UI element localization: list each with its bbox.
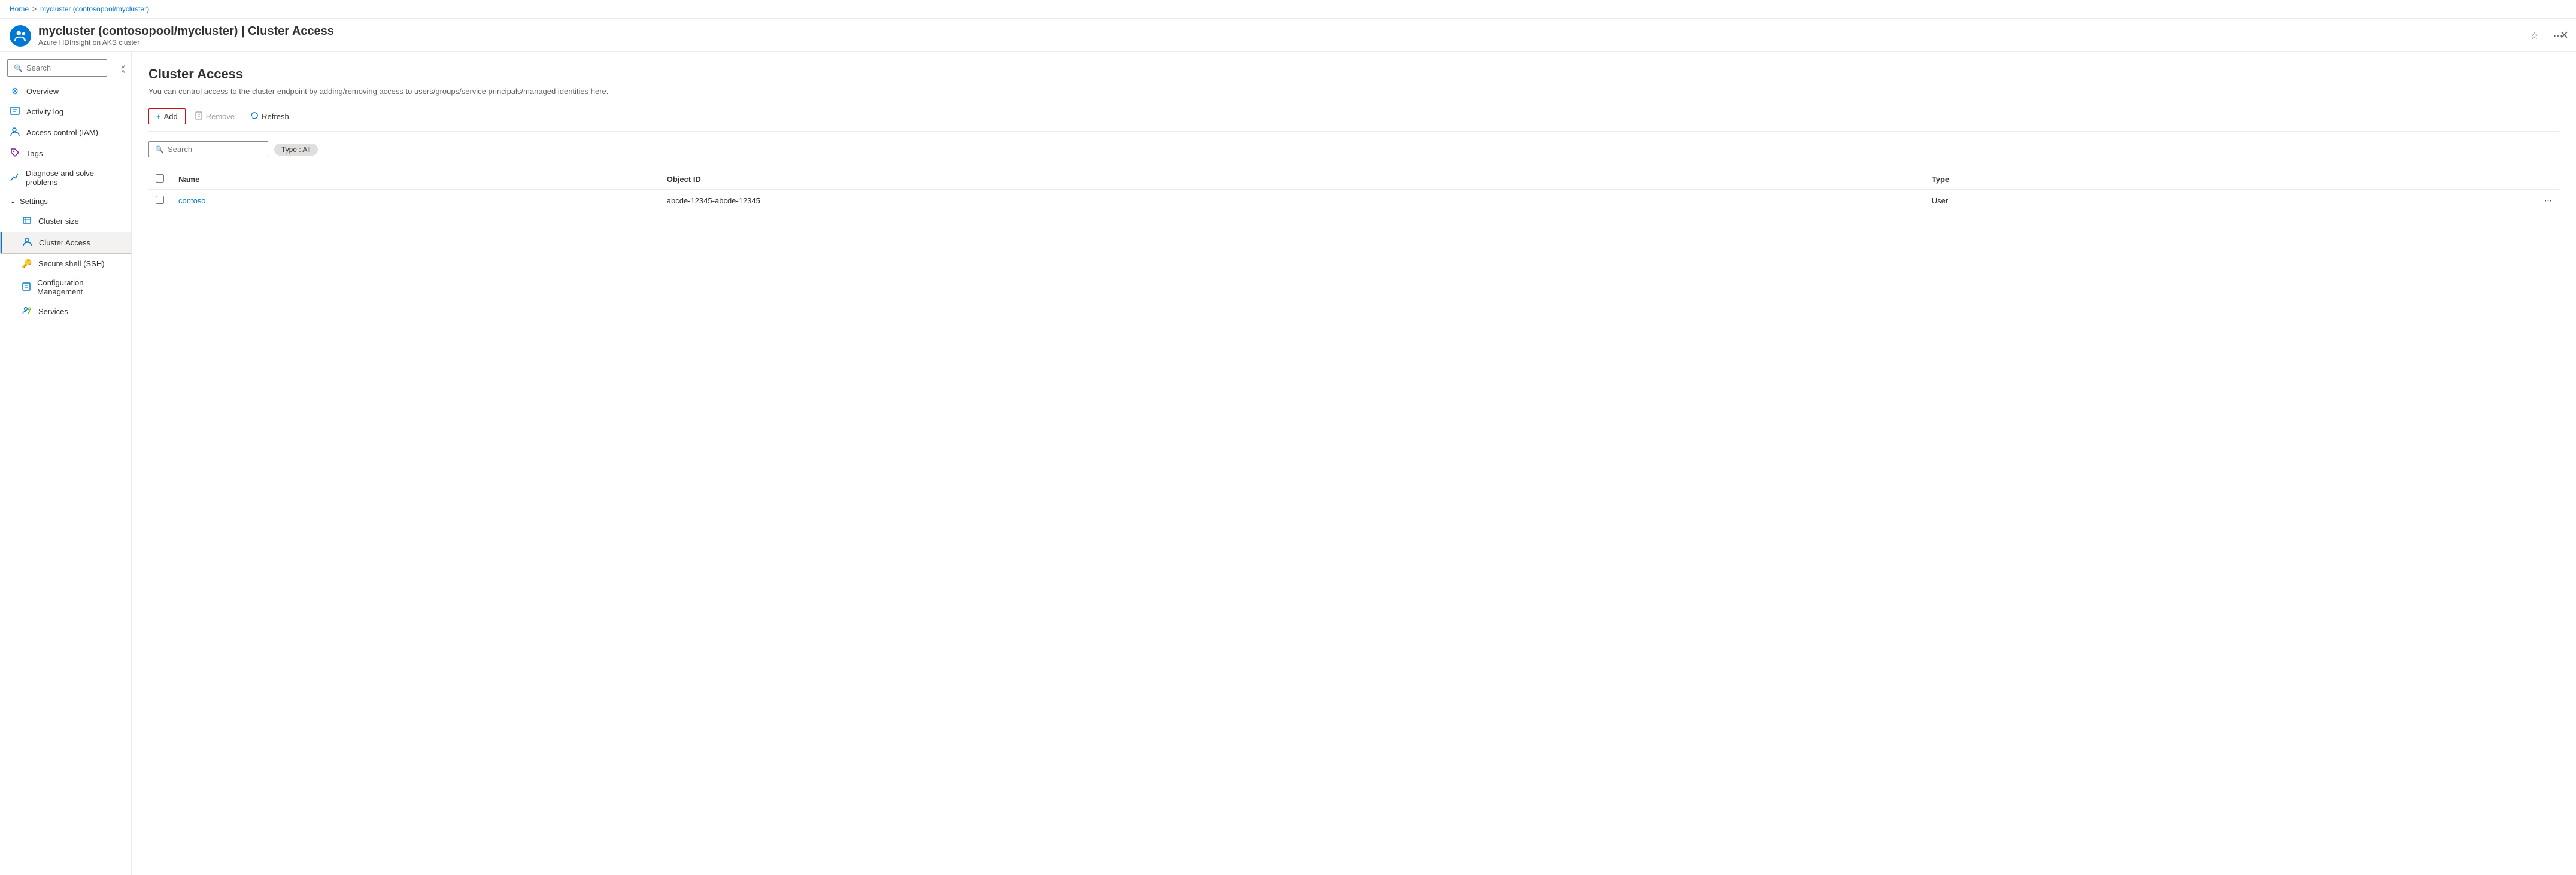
- sidebar-search-icon: 🔍: [14, 64, 23, 72]
- sidebar-item-services[interactable]: Services: [0, 301, 131, 322]
- remove-button[interactable]: Remove: [188, 108, 241, 125]
- refresh-icon: [250, 111, 259, 121]
- row-object-id-cell: abcde-12345-abcde-12345: [660, 190, 1925, 212]
- collapse-sidebar-button[interactable]: 《: [113, 62, 129, 77]
- diagnose-icon: [10, 172, 20, 184]
- sidebar-item-access-label: Access control (IAM): [26, 128, 98, 137]
- sidebar-item-tags[interactable]: Tags: [0, 143, 131, 164]
- row-type-cell: User: [1925, 190, 2299, 212]
- sidebar-item-ssh-label: Secure shell (SSH): [38, 259, 105, 268]
- filter-search-input[interactable]: [168, 145, 262, 154]
- header-text: mycluster (contosopool/mycluster) | Clus…: [38, 25, 334, 47]
- page-subtitle: Azure HDInsight on AKS cluster: [38, 38, 334, 47]
- filter-search-icon: 🔍: [155, 145, 164, 154]
- table-header-object-id: Object ID: [660, 169, 1925, 190]
- breadcrumb-current[interactable]: mycluster (contosopool/mycluster): [40, 5, 149, 13]
- sidebar-item-overview[interactable]: ⚙ Overview: [0, 81, 131, 101]
- sidebar-item-tags-label: Tags: [26, 149, 43, 158]
- activity-log-icon: [10, 106, 20, 117]
- sidebar-item-services-label: Services: [38, 307, 68, 316]
- table-header-checkbox: [148, 169, 171, 190]
- sidebar-item-config-label: Configuration Management: [37, 278, 122, 296]
- add-button[interactable]: + Add: [148, 108, 186, 124]
- breadcrumb-sep: >: [32, 5, 37, 13]
- toolbar: + Add Remove: [148, 108, 2559, 132]
- sidebar-item-overview-label: Overview: [26, 87, 59, 96]
- settings-label: Settings: [20, 197, 48, 206]
- remove-icon: [195, 111, 203, 121]
- data-table: Name Object ID Type contoso abcde-12345-…: [148, 169, 2559, 212]
- content-area: Cluster Access You can control access to…: [132, 52, 2576, 875]
- remove-button-label: Remove: [206, 112, 235, 121]
- favorite-button[interactable]: ☆: [2527, 28, 2542, 44]
- page-header: mycluster (contosopool/mycluster) | Clus…: [0, 19, 2576, 52]
- row-type: User: [1932, 196, 1948, 205]
- breadcrumb: Home > mycluster (contosopool/mycluster): [0, 0, 2576, 19]
- overview-icon: ⚙: [10, 86, 20, 96]
- sidebar-item-cluster-size[interactable]: Cluster size: [0, 211, 131, 232]
- table-row: contoso abcde-12345-abcde-12345 User ⋯: [148, 190, 2559, 212]
- sidebar-item-diagnose-label: Diagnose and solve problems: [26, 169, 122, 187]
- sidebar-item-activity-log[interactable]: Activity log: [0, 101, 131, 122]
- close-button[interactable]: ✕: [2560, 29, 2569, 41]
- refresh-button[interactable]: Refresh: [244, 108, 296, 125]
- config-icon: [22, 282, 31, 293]
- cluster-size-icon: [22, 215, 32, 227]
- add-icon: +: [156, 112, 161, 121]
- add-button-label: Add: [164, 112, 178, 121]
- settings-collapse-icon: ⌄: [10, 196, 16, 206]
- sidebar-item-ssh[interactable]: 🔑 Secure shell (SSH): [0, 254, 131, 274]
- breadcrumb-home[interactable]: Home: [10, 5, 29, 13]
- sidebar-item-cluster-access-label: Cluster Access: [39, 238, 90, 247]
- ssh-icon: 🔑: [22, 259, 32, 269]
- table-header-type: Type: [1925, 169, 2299, 190]
- row-name-cell: contoso: [171, 190, 660, 212]
- page-title: mycluster (contosopool/mycluster) | Clus…: [38, 25, 334, 38]
- filter-row: 🔍 Type : All: [148, 141, 2559, 157]
- sidebar-item-config[interactable]: Configuration Management: [0, 274, 131, 301]
- sidebar-search-box[interactable]: 🔍: [7, 59, 107, 77]
- filter-search-box[interactable]: 🔍: [148, 141, 268, 157]
- sidebar-item-activity-label: Activity log: [26, 107, 63, 116]
- sidebar-search-row: 🔍 《: [0, 57, 131, 81]
- content-title: Cluster Access: [148, 66, 2559, 82]
- content-description: You can control access to the cluster en…: [148, 87, 687, 96]
- header-icon: [10, 25, 31, 47]
- row-checkbox[interactable]: [156, 196, 164, 204]
- cluster-access-icon: [22, 237, 33, 248]
- services-icon: [22, 306, 32, 317]
- type-filter-badge[interactable]: Type : All: [274, 144, 318, 156]
- sidebar-item-access-control[interactable]: Access control (IAM): [0, 122, 131, 143]
- table-header-row: Name Object ID Type: [148, 169, 2559, 190]
- select-all-checkbox[interactable]: [156, 174, 164, 183]
- main-layout: 🔍 《 ⚙ Overview Activity log: [0, 52, 2576, 875]
- row-checkbox-cell: [148, 190, 171, 212]
- table-header-actions-col: [2299, 169, 2559, 190]
- row-name-link[interactable]: contoso: [178, 196, 206, 205]
- sidebar-search-input[interactable]: [26, 63, 101, 72]
- settings-section[interactable]: ⌄ Settings: [0, 192, 131, 211]
- access-control-icon: [10, 127, 20, 138]
- row-more-actions[interactable]: ⋯: [2299, 190, 2559, 212]
- settings-sub-items: Cluster size Cluster Access 🔑 Secure she…: [0, 211, 131, 322]
- row-object-id: abcde-12345-abcde-12345: [667, 196, 760, 205]
- table-header-name: Name: [171, 169, 660, 190]
- refresh-button-label: Refresh: [262, 112, 289, 121]
- sidebar-item-cluster-access[interactable]: Cluster Access: [0, 232, 131, 254]
- sidebar-item-diagnose[interactable]: Diagnose and solve problems: [0, 164, 131, 192]
- tags-icon: [10, 148, 20, 159]
- sidebar-item-cluster-size-label: Cluster size: [38, 217, 79, 226]
- sidebar: 🔍 《 ⚙ Overview Activity log: [0, 52, 132, 875]
